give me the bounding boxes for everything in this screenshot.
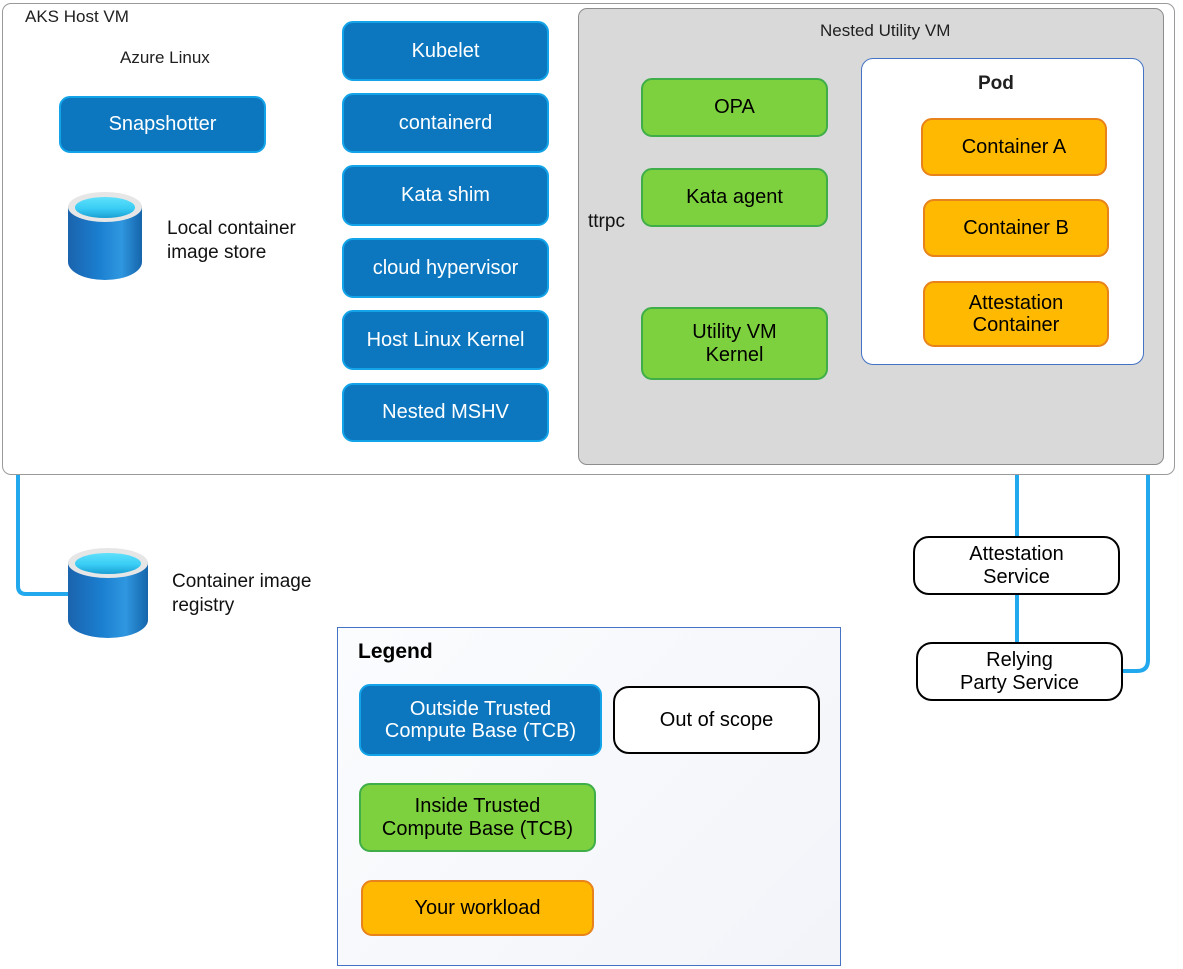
node-line2: Container: [972, 314, 1060, 336]
store-label-line1: Local container: [167, 218, 296, 239]
aks-host-vm-label: AKS Host VM: [25, 7, 129, 26]
registry-label-line1: Container image: [172, 571, 312, 592]
node-nested-mshv[interactable]: Nested MSHV: [342, 383, 549, 442]
node-line1: Attestation: [968, 291, 1064, 314]
registry-label-line2: registry: [172, 594, 235, 616]
local-container-image-store-label: Local container image store: [167, 217, 296, 265]
pod-label: Pod: [978, 73, 1014, 94]
node-line2: Kernel: [705, 343, 764, 366]
node-kata-shim[interactable]: Kata shim: [342, 165, 549, 226]
local-container-image-store-icon: [68, 192, 142, 290]
container-image-registry-label: Container image registry: [172, 570, 311, 618]
node-containerd[interactable]: containerd: [342, 93, 549, 153]
legend-title: Legend: [358, 640, 433, 663]
node-line2: Service: [983, 565, 1050, 588]
container-image-registry-icon: [68, 548, 148, 648]
node-relying-party-service[interactable]: Relying Party Service: [916, 642, 1123, 701]
node-attestation-service[interactable]: Attestation Service: [913, 536, 1120, 595]
nested-utility-vm-label: Nested Utility VM: [820, 21, 951, 40]
node-line1: Attestation: [969, 543, 1064, 566]
cylinder-top: [75, 553, 141, 574]
node-kubelet[interactable]: Kubelet: [342, 21, 549, 81]
diagram-canvas: AKS Host VM Azure Linux Nested Utility V…: [0, 0, 1183, 969]
node-host-linux-kernel[interactable]: Host Linux Kernel: [342, 310, 549, 370]
ttrpc-label: ttrpc: [588, 211, 625, 232]
legend-line2: Compute Base (TCB): [384, 720, 577, 742]
node-kata-agent[interactable]: Kata agent: [641, 168, 828, 227]
legend-line1: Inside Trusted: [414, 795, 541, 818]
legend-item-your-workload: Your workload: [361, 880, 594, 936]
store-label-line2: image store: [167, 241, 267, 263]
node-line2: Party Service: [960, 671, 1079, 694]
legend-item-outside-tcb: Outside Trusted Compute Base (TCB): [359, 684, 602, 756]
azure-linux-label: Azure Linux: [120, 48, 210, 67]
legend-line1: Outside Trusted: [409, 697, 552, 720]
legend-item-out-of-scope: Out of scope: [613, 686, 820, 754]
node-snapshotter[interactable]: Snapshotter: [59, 96, 266, 153]
node-cloud-hypervisor[interactable]: cloud hypervisor: [342, 238, 549, 298]
legend-line2: Compute Base (TCB): [381, 817, 574, 840]
node-line1: Relying: [986, 649, 1053, 672]
cylinder-top: [74, 197, 136, 218]
node-utility-vm-kernel[interactable]: Utility VM Kernel: [641, 307, 828, 380]
node-container-a[interactable]: Container A: [921, 118, 1107, 176]
node-line1: Utility VM: [692, 321, 777, 344]
node-opa[interactable]: OPA: [641, 78, 828, 137]
legend-item-inside-tcb: Inside Trusted Compute Base (TCB): [359, 783, 596, 852]
node-container-b[interactable]: Container B: [923, 199, 1109, 257]
node-attestation-container[interactable]: Attestation Container: [923, 281, 1109, 347]
